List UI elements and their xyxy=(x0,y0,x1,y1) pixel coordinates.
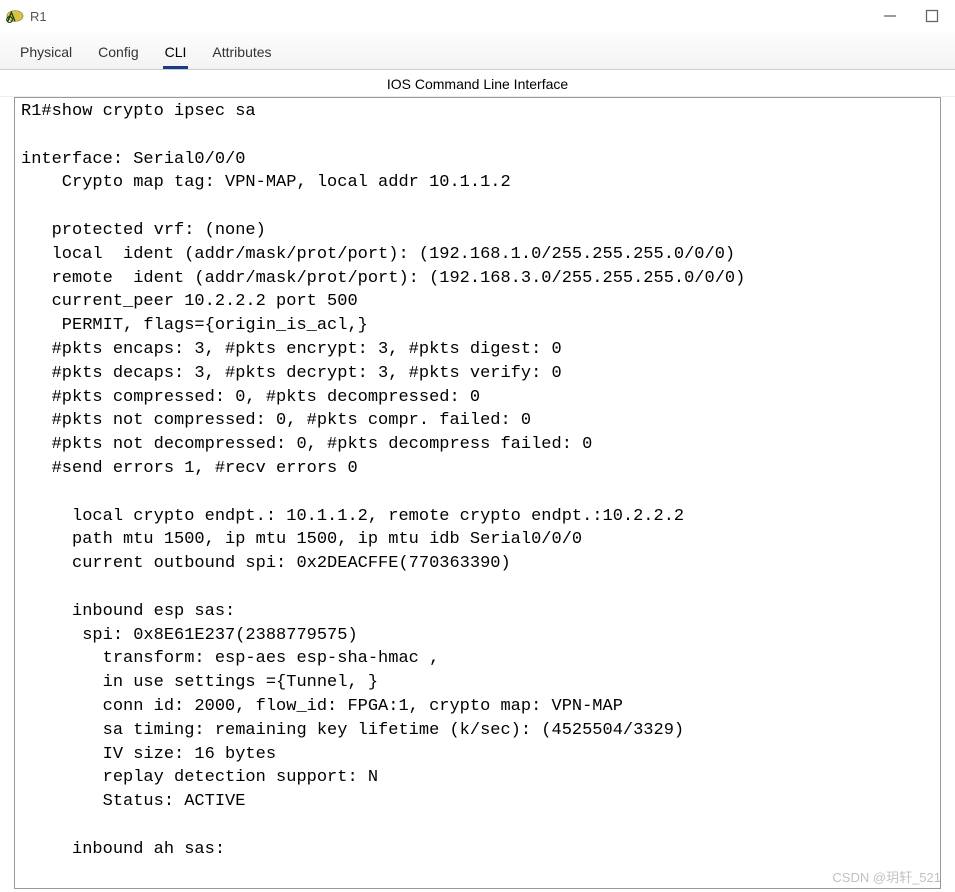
app-icon xyxy=(6,7,24,25)
tab-cli[interactable]: CLI xyxy=(163,42,189,69)
tab-config[interactable]: Config xyxy=(96,42,140,69)
tab-bar: Physical Config CLI Attributes xyxy=(0,32,955,70)
tab-physical[interactable]: Physical xyxy=(18,42,74,69)
terminal-output[interactable]: R1#show crypto ipsec sa interface: Seria… xyxy=(15,98,940,864)
minimize-button[interactable] xyxy=(883,9,897,23)
window-controls xyxy=(883,9,949,23)
title-bar: R1 xyxy=(0,0,955,32)
maximize-button[interactable] xyxy=(925,9,939,23)
tab-attributes[interactable]: Attributes xyxy=(210,42,273,69)
watermark: CSDN @玥轩_521 xyxy=(832,867,941,886)
window-title: R1 xyxy=(30,9,47,24)
panel-title: IOS Command Line Interface xyxy=(0,70,955,97)
cli-terminal[interactable]: R1#show crypto ipsec sa interface: Seria… xyxy=(14,97,941,889)
